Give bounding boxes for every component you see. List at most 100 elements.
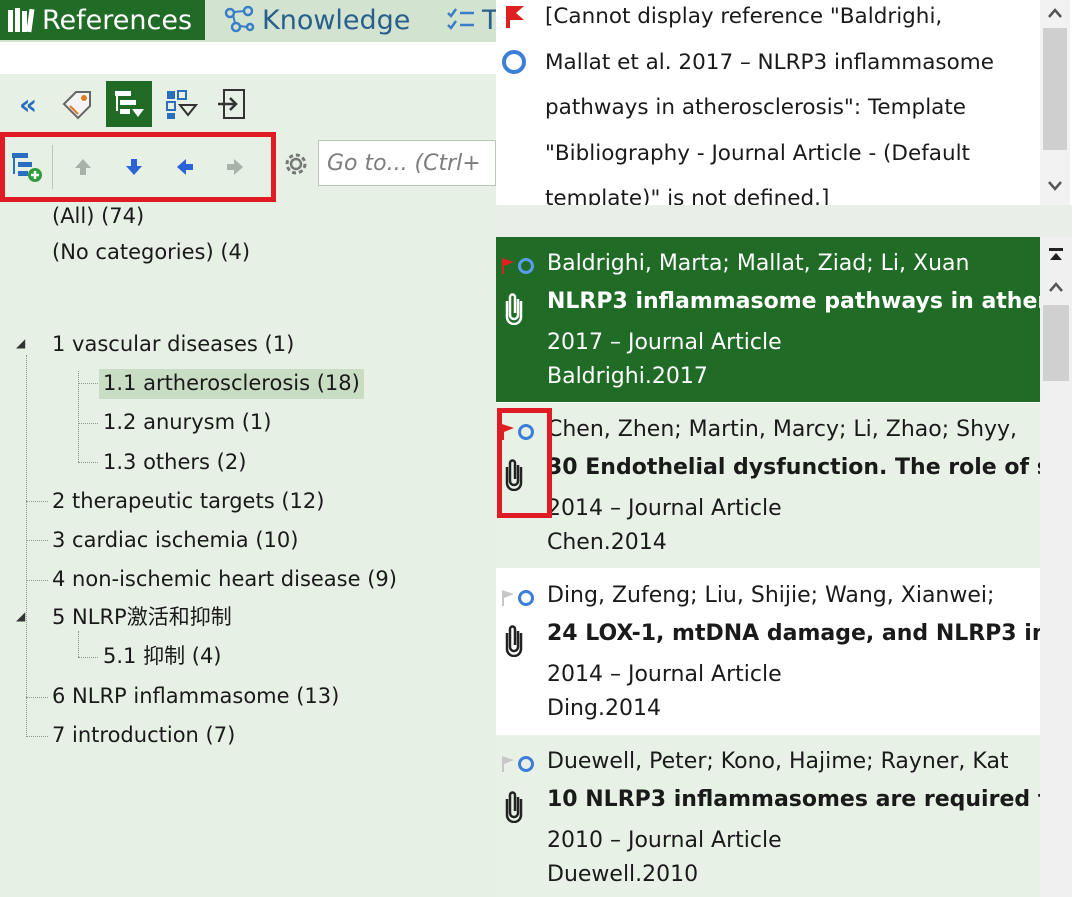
tree-node-vascular-diseases[interactable]: 1 vascular diseases (1) [52, 330, 294, 360]
red-flag-icon [502, 258, 514, 274]
expand-triangle-icon[interactable]: ◢ [16, 336, 25, 350]
reference-list: Baldrighi, Marta; Mallat, Ziad; Li, Xuan… [496, 237, 1041, 897]
categories-button[interactable] [106, 81, 152, 127]
tree-line [78, 657, 98, 658]
preview-line: Mallat et al. 2017 – NLRP3 inflammasome [545, 49, 994, 75]
tree-node-introduction[interactable]: 7 introduction (7) [52, 721, 235, 751]
tree-node-no-categories[interactable]: (No categories) (4) [52, 238, 250, 268]
reference-authors: Ding, Zufeng; Liu, Shijie; Wang, Xianwei… [547, 583, 995, 608]
scroll-top-icon [1049, 248, 1063, 260]
reference-title: 10 NLRP3 inflammasomes are required f [547, 787, 1041, 812]
arrow-down-icon [126, 159, 142, 175]
tree-line [78, 371, 79, 462]
status-circle-icon [518, 590, 534, 606]
tree-node-all[interactable]: (All) (74) [52, 202, 144, 232]
scroll-up-button[interactable] [1040, 0, 1070, 26]
tree-line [78, 631, 79, 657]
pane-header-strip [0, 42, 496, 74]
preview-scrollbar[interactable] [1040, 0, 1070, 205]
preview-line: [Cannot display reference "Baldrighi, [545, 4, 943, 29]
navigation-pane: References Knowledge T « Go to... (Ctrl+… [0, 0, 496, 897]
move-down-button[interactable] [114, 147, 154, 187]
reference-key: Ding.2014 [547, 696, 661, 721]
scroll-down-button[interactable] [1040, 172, 1070, 198]
gray-flag-icon [502, 756, 514, 772]
navigation-toolbar: « [0, 78, 496, 130]
move-left-button[interactable] [165, 147, 205, 187]
reference-year-type: 2014 – Journal Article [547, 496, 782, 521]
keyword-filter-icon [166, 90, 198, 119]
tree-node-nlrp-inflammasome[interactable]: 6 NLRP inflammasome (13) [52, 682, 339, 712]
move-right-button[interactable] [215, 147, 255, 187]
status-circle-icon [518, 756, 534, 772]
tab-references[interactable]: References [0, 0, 205, 40]
scroll-up-button[interactable] [1040, 273, 1072, 301]
tree-line [78, 462, 98, 463]
reference-authors: Duewell, Peter; Kono, Hajime; Rayner, Ka… [547, 749, 1009, 774]
tree-node-inhibition[interactable]: 5.1 抑制 (4) [103, 642, 222, 672]
tree-line [26, 697, 48, 698]
tree-line [26, 736, 48, 737]
red-flag-icon [506, 6, 524, 28]
reference-title: NLRP3 inflammasome pathways in ather [547, 289, 1041, 314]
status-circle-icon [518, 258, 534, 274]
keywords-button[interactable] [158, 81, 204, 127]
reference-key: Chen.2014 [547, 530, 667, 555]
scroll-to-top-button[interactable] [1040, 241, 1072, 269]
tree-node-anurysm[interactable]: 1.2 anurysm (1) [103, 408, 271, 438]
reference-row-selected[interactable]: Baldrighi, Marta; Mallat, Ziad; Li, Xuan… [496, 237, 1041, 402]
groups-button[interactable] [55, 81, 101, 127]
collapse-pane-button[interactable]: « [5, 81, 51, 127]
reference-row[interactable]: Ding, Zufeng; Liu, Shijie; Wang, Xianwei… [496, 569, 1041, 734]
reference-authors: Chen, Zhen; Martin, Marcy; Li, Zhao; Shy… [547, 417, 1018, 442]
chevron-up-icon [1048, 8, 1062, 18]
highlighted-attachment-indicator [497, 408, 552, 518]
tree-node-nlrp-activation-inhibition[interactable]: 5 NLRP激活和抑制 [52, 603, 232, 633]
expand-triangle-icon[interactable]: ◢ [16, 609, 25, 623]
status-circle-icon [502, 50, 526, 74]
reference-key: Baldrighi.2017 [547, 364, 708, 389]
tree-line [78, 423, 98, 424]
gray-flag-icon [502, 590, 514, 606]
highlighted-navigation-group [0, 132, 276, 202]
tree-node-artherosclerosis[interactable]: 1.1 artherosclerosis (18) [99, 369, 364, 399]
tree-node-therapeutic-targets[interactable]: 2 therapeutic targets (12) [52, 487, 324, 517]
tab-knowledge-label: Knowledge [262, 4, 411, 36]
citation-preview: [Cannot display reference "Baldrighi, Ma… [496, 0, 1038, 205]
chevron-down-icon [1048, 181, 1062, 191]
reference-year-type: 2017 – Journal Article [547, 330, 782, 355]
gear-icon [285, 153, 307, 175]
scroll-thumb[interactable] [1043, 305, 1069, 381]
arrow-left-icon [177, 159, 193, 175]
reference-row[interactable]: Duewell, Peter; Kono, Hajime; Rayner, Ka… [496, 735, 1041, 897]
tree-node-cardiac-ischemia[interactable]: 3 cardiac ischemia (10) [52, 526, 298, 556]
add-category-button[interactable] [7, 147, 47, 187]
tree-line [26, 580, 48, 581]
category-tree: (All) (74) (No categories) (4) ◢ 1 vascu… [0, 195, 496, 895]
export-button[interactable] [210, 81, 256, 127]
move-up-button[interactable] [63, 147, 103, 187]
knowledge-network-icon [224, 5, 255, 33]
preview-line: pathways in atherosclerosis": Template [545, 95, 967, 120]
tab-references-label: References [42, 4, 193, 36]
reference-year-type: 2014 – Journal Article [547, 662, 782, 687]
books-icon [8, 8, 35, 33]
scroll-thumb[interactable] [1043, 28, 1067, 150]
reference-list-scrollbar[interactable] [1040, 237, 1072, 897]
arrow-up-icon [75, 159, 91, 175]
tab-knowledge[interactable]: Knowledge [218, 0, 438, 40]
goto-options-button[interactable] [278, 146, 314, 182]
tree-line [26, 540, 48, 541]
reference-row[interactable]: Chen, Zhen; Martin, Marcy; Li, Zhao; Shy… [496, 403, 1041, 568]
chevron-up-icon [1049, 282, 1063, 292]
reference-key: Duewell.2010 [547, 862, 699, 887]
pane-splitter[interactable] [496, 205, 1072, 237]
tag-icon [62, 91, 91, 120]
tree-node-non-ischemic-heart-disease[interactable]: 4 non-ischemic heart disease (9) [52, 565, 397, 595]
tab-tasks[interactable]: T [446, 0, 496, 40]
goto-input[interactable] [318, 140, 496, 186]
tree-node-others[interactable]: 1.3 others (2) [103, 448, 246, 478]
reference-authors: Baldrighi, Marta; Mallat, Ziad; Li, Xuan [547, 251, 970, 276]
checklist-icon [447, 8, 474, 30]
reference-pane: [Cannot display reference "Baldrighi, Ma… [496, 0, 1080, 897]
